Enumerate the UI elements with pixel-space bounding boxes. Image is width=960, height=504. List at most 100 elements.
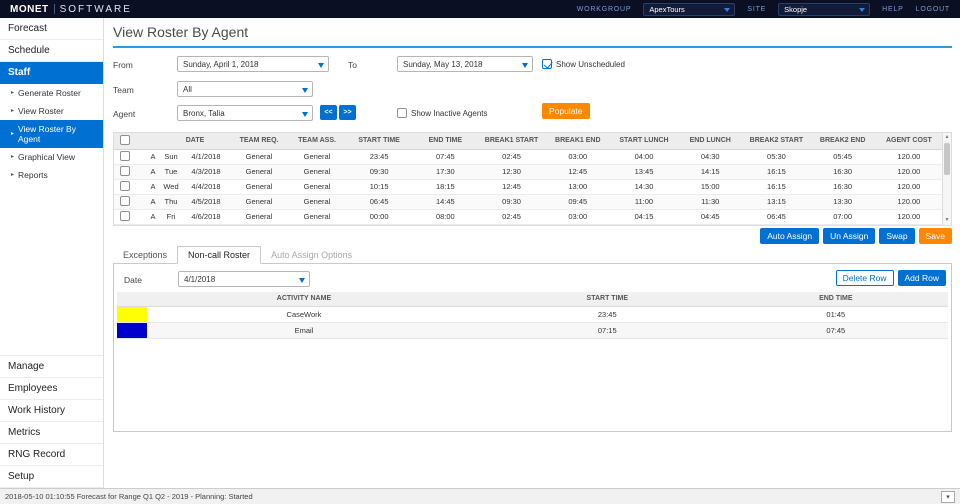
break1-start-cell: 12:45 bbox=[478, 179, 545, 195]
show-inactive-checkbox[interactable]: Show Inactive Agents bbox=[397, 108, 488, 118]
break2-end-cell: 13:30 bbox=[809, 194, 876, 210]
start-time-cell: 10:15 bbox=[346, 179, 413, 195]
arrow-right-icon: ▸ bbox=[11, 154, 15, 160]
start-time-cell: 06:45 bbox=[346, 194, 413, 210]
team-ass-cell: General bbox=[288, 194, 347, 210]
arrow-right-icon: ▸ bbox=[11, 90, 15, 96]
break1-end-cell: 03:00 bbox=[544, 209, 611, 225]
select-all-checkbox[interactable] bbox=[120, 134, 130, 145]
end-lunch-cell: 11:30 bbox=[677, 194, 744, 210]
scrollbar-thumb[interactable] bbox=[944, 143, 950, 175]
break1-end-cell: 12:45 bbox=[544, 164, 611, 180]
day-cell: Tue bbox=[160, 164, 182, 180]
arrow-right-icon: ▸ bbox=[11, 108, 15, 114]
sidebar-item[interactable]: Forecast bbox=[0, 18, 103, 40]
roster-row[interactable]: A Tue 4/3/2018 General General 09:30 17:… bbox=[114, 164, 942, 180]
site-select[interactable]: Skopje bbox=[778, 2, 871, 16]
sidebar-item-label: Manage bbox=[8, 361, 45, 372]
sidebar-subitem[interactable]: ▸ Generate Roster bbox=[0, 84, 103, 102]
break1-start-header: BREAK1 START bbox=[478, 133, 545, 150]
sidebar-item-label: Staff bbox=[8, 67, 31, 78]
noncall-actions: Delete Row Add Row bbox=[835, 270, 946, 287]
row-checkbox[interactable] bbox=[120, 210, 130, 221]
date-cell: 4/6/2018 bbox=[182, 209, 231, 225]
workgroup-select[interactable]: ApexTours bbox=[643, 2, 736, 16]
row-checkbox[interactable] bbox=[120, 195, 130, 206]
row-checkbox[interactable] bbox=[120, 180, 130, 191]
end-time-cell: 07:45 bbox=[412, 149, 479, 165]
agent-select[interactable]: Bronx, Talia bbox=[177, 105, 313, 121]
tab[interactable]: Non-call Roster bbox=[177, 246, 262, 264]
sidebar-subitem[interactable]: ▸ Graphical View bbox=[0, 148, 103, 166]
prev-agent-button[interactable]: << bbox=[320, 105, 337, 120]
delete-row-button[interactable]: Delete Row bbox=[835, 270, 894, 287]
roster-scrollbar[interactable]: ▲ ▼ bbox=[942, 133, 951, 225]
tab[interactable]: Exceptions bbox=[113, 247, 177, 263]
add-row-button[interactable]: Add Row bbox=[897, 270, 946, 287]
end-lunch-cell: 15:00 bbox=[677, 179, 744, 195]
start-lunch-cell: 04:00 bbox=[610, 149, 678, 165]
roster-row[interactable]: A Thu 4/5/2018 General General 06:45 14:… bbox=[114, 194, 942, 210]
activity-color-swatch bbox=[117, 322, 147, 338]
populate-button[interactable]: Populate bbox=[542, 103, 590, 120]
end-time-cell: 01:45 bbox=[723, 306, 948, 323]
break1-start-cell: 12:30 bbox=[478, 164, 545, 180]
noncall-row[interactable]: CaseWork 23:45 01:45 bbox=[117, 306, 948, 323]
end-lunch-header: END LUNCH bbox=[677, 133, 744, 150]
site-label: SITE bbox=[747, 5, 767, 13]
day-cell: Sun bbox=[160, 149, 182, 165]
roster-row[interactable]: A Fri 4/6/2018 General General 00:00 08:… bbox=[114, 209, 942, 225]
sidebar-item[interactable]: Manage bbox=[0, 356, 103, 378]
logo-separator bbox=[53, 4, 55, 14]
team-ass-header: TEAM ASS. bbox=[288, 133, 347, 150]
date-select[interactable]: 4/1/2018 bbox=[178, 271, 310, 287]
sidebar-item-label: Metrics bbox=[8, 427, 41, 438]
noncall-row[interactable]: Email 07:15 07:45 bbox=[117, 322, 948, 339]
sidebar-item[interactable]: Work History bbox=[0, 400, 103, 422]
status-dropdown[interactable]: ▾ bbox=[941, 490, 955, 503]
activity-name: Email bbox=[294, 325, 314, 335]
logout-link[interactable]: LOGOUT bbox=[916, 6, 950, 13]
sidebar-item[interactable]: Employees bbox=[0, 378, 103, 400]
sidebar-item[interactable]: Setup bbox=[0, 466, 103, 488]
save-button[interactable]: Save bbox=[918, 228, 952, 245]
show-unscheduled-checkbox[interactable]: Show Unscheduled bbox=[542, 59, 625, 69]
sidebar-subitem[interactable]: ▸ View Roster By Agent bbox=[0, 120, 103, 148]
scroll-up-icon[interactable]: ▲ bbox=[943, 133, 951, 142]
sidebar-subitem[interactable]: ▸ View Roster bbox=[0, 102, 103, 120]
sidebar-subitem-label: View Roster By Agent bbox=[18, 124, 76, 144]
sidebar: Forecast Schedule Staff ▸ Generate Roste… bbox=[0, 18, 104, 488]
agent-cost-cell: 120.00 bbox=[875, 179, 942, 195]
sidebar-item[interactable]: RNG Record bbox=[0, 444, 103, 466]
arrow-right-icon: ▸ bbox=[11, 172, 15, 178]
sidebar-item[interactable]: Schedule bbox=[0, 40, 103, 62]
roster-actions: Auto Assign Un Assign Swap Save bbox=[760, 228, 952, 245]
agent-cost-cell: 120.00 bbox=[875, 209, 942, 225]
start-time-cell: 07:15 bbox=[490, 322, 724, 339]
sidebar-subitem[interactable]: ▸ Reports bbox=[0, 166, 103, 184]
blank-cell bbox=[136, 194, 146, 210]
roster-row[interactable]: A Sun 4/1/2018 General General 23:45 07:… bbox=[114, 149, 942, 165]
team-select[interactable]: All bbox=[177, 81, 313, 97]
auto-assign-button[interactable]: Auto Assign bbox=[760, 228, 820, 245]
sidebar-item[interactable]: Staff bbox=[0, 62, 103, 84]
scroll-down-icon[interactable]: ▼ bbox=[943, 216, 951, 225]
roster-row[interactable]: A Wed 4/4/2018 General General 10:15 18:… bbox=[114, 179, 942, 195]
break1-start-cell: 09:30 bbox=[478, 194, 545, 210]
un-assign-button[interactable]: Un Assign bbox=[823, 228, 876, 245]
swap-button[interactable]: Swap bbox=[879, 228, 915, 245]
start-lunch-cell: 04:15 bbox=[610, 209, 678, 225]
tab-label: Exceptions bbox=[123, 250, 168, 260]
flag-cell: A bbox=[146, 194, 160, 210]
row-checkbox[interactable] bbox=[120, 150, 130, 161]
break2-start-cell: 13:15 bbox=[743, 194, 810, 210]
sidebar-item[interactable]: Metrics bbox=[0, 422, 103, 444]
from-date-select[interactable]: Sunday, April 1, 2018 bbox=[177, 56, 329, 72]
end-time-cell: 08:00 bbox=[412, 209, 479, 225]
next-agent-button[interactable]: >> bbox=[339, 105, 356, 120]
to-date-select[interactable]: Sunday, May 13, 2018 bbox=[397, 56, 533, 72]
team-value: All bbox=[183, 84, 192, 94]
row-checkbox[interactable] bbox=[120, 165, 130, 176]
help-link[interactable]: HELP bbox=[882, 6, 904, 13]
tab[interactable]: Auto Assign Options bbox=[261, 247, 362, 263]
